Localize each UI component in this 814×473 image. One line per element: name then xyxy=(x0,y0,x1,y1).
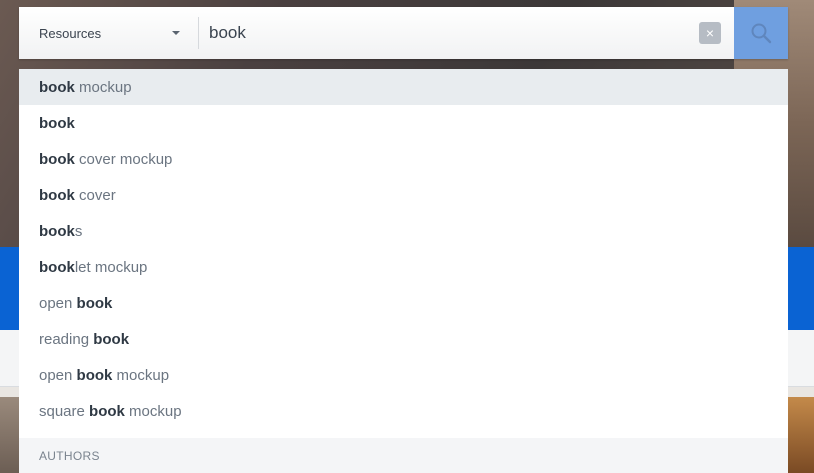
suggestion-item[interactable]: open book xyxy=(19,285,788,321)
suggestion-item[interactable]: book cover mockup xyxy=(19,141,788,177)
suggestion-suffix: mockup xyxy=(74,78,132,96)
clear-search-button[interactable]: × xyxy=(699,22,721,44)
suggestion-match: book xyxy=(39,222,75,240)
search-icon xyxy=(751,23,772,44)
suggestion-match: book xyxy=(39,150,75,168)
category-select-label: Resources xyxy=(39,25,102,41)
suggestion-item[interactable]: reading book xyxy=(19,321,788,357)
suggestion-item[interactable]: book let mockup xyxy=(19,249,788,285)
suggestion-suffix: mockup xyxy=(124,402,182,420)
suggestion-match: book xyxy=(93,330,130,348)
suggestion-item[interactable]: book s xyxy=(19,213,788,249)
suggestion-list: book mockup book book cover mockup book cov… xyxy=(19,69,788,429)
suggestion-match: book xyxy=(89,402,125,420)
suggestion-item[interactable]: book cover xyxy=(19,177,788,213)
suggestion-match: book xyxy=(76,294,113,312)
suggestion-suffix: cover xyxy=(74,186,116,204)
suggestion-match: book xyxy=(39,114,75,132)
search-button[interactable] xyxy=(734,7,788,59)
suggestion-prefix: square xyxy=(39,402,90,420)
search-input[interactable] xyxy=(199,7,699,59)
authors-section-header: AUTHORS xyxy=(19,438,788,473)
suggestions-dropdown: book mockup book book cover mockup book cov… xyxy=(19,69,788,473)
chevron-down-icon xyxy=(172,31,180,35)
search-bar: Resources × xyxy=(19,7,788,59)
suggestion-suffix: cover mockup xyxy=(74,150,173,168)
suggestion-item[interactable]: book mockup xyxy=(19,69,788,105)
suggestion-match: book xyxy=(39,258,75,276)
suggestion-suffix: let mockup xyxy=(74,258,148,276)
suggestion-item[interactable]: book xyxy=(19,105,788,141)
suggestion-prefix: open xyxy=(39,366,77,384)
suggestion-match: book xyxy=(76,366,113,384)
suggestion-suffix: mockup xyxy=(112,366,170,384)
suggestion-suffix: s xyxy=(74,222,83,240)
close-icon: × xyxy=(705,25,715,41)
suggestion-match: book xyxy=(39,186,75,204)
suggestion-prefix: reading xyxy=(39,330,94,348)
suggestion-item[interactable]: open book mockup xyxy=(19,357,788,393)
suggestion-item[interactable]: square book mockup xyxy=(19,393,788,429)
category-select[interactable]: Resources xyxy=(19,7,198,59)
suggestion-match: book xyxy=(39,78,75,96)
suggestion-prefix: open xyxy=(39,294,77,312)
